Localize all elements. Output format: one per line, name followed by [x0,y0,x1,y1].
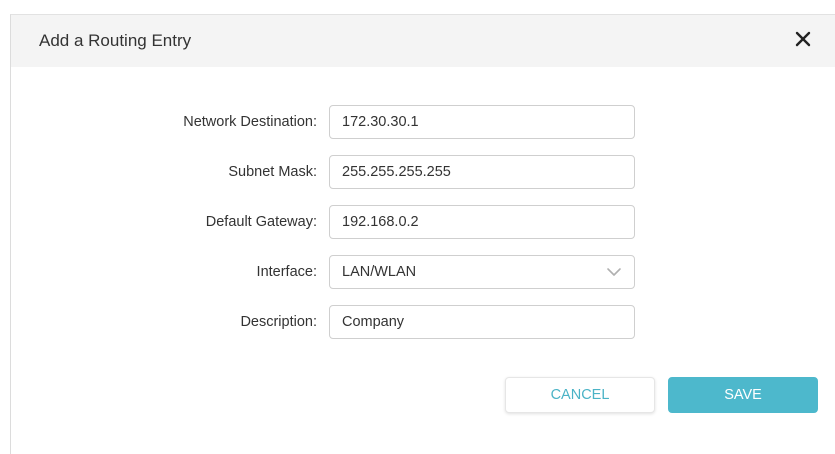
close-button[interactable] [791,27,815,51]
dialog-header: Add a Routing Entry [11,15,835,67]
description-input[interactable] [329,305,635,339]
interface-selected-value: LAN/WLAN [342,264,417,280]
save-button[interactable]: SAVE [668,377,818,413]
dialog-title: Add a Routing Entry [39,31,192,50]
chevron-down-icon [607,268,621,276]
close-icon [795,31,811,47]
interface-label: Interface: [256,264,317,280]
default-gateway-label: Default Gateway: [205,214,317,230]
add-routing-entry-dialog: Add a Routing Entry Network Destination:… [10,14,835,454]
default-gateway-input[interactable] [329,205,635,239]
network-destination-label: Network Destination: [183,114,317,130]
subnet-mask-input[interactable] [329,155,635,189]
interface-select[interactable]: LAN/WLAN [329,255,635,289]
cancel-button[interactable]: CANCEL [505,377,655,413]
description-label: Description: [240,314,317,330]
network-destination-input[interactable] [329,105,635,139]
subnet-mask-label: Subnet Mask: [228,164,317,180]
